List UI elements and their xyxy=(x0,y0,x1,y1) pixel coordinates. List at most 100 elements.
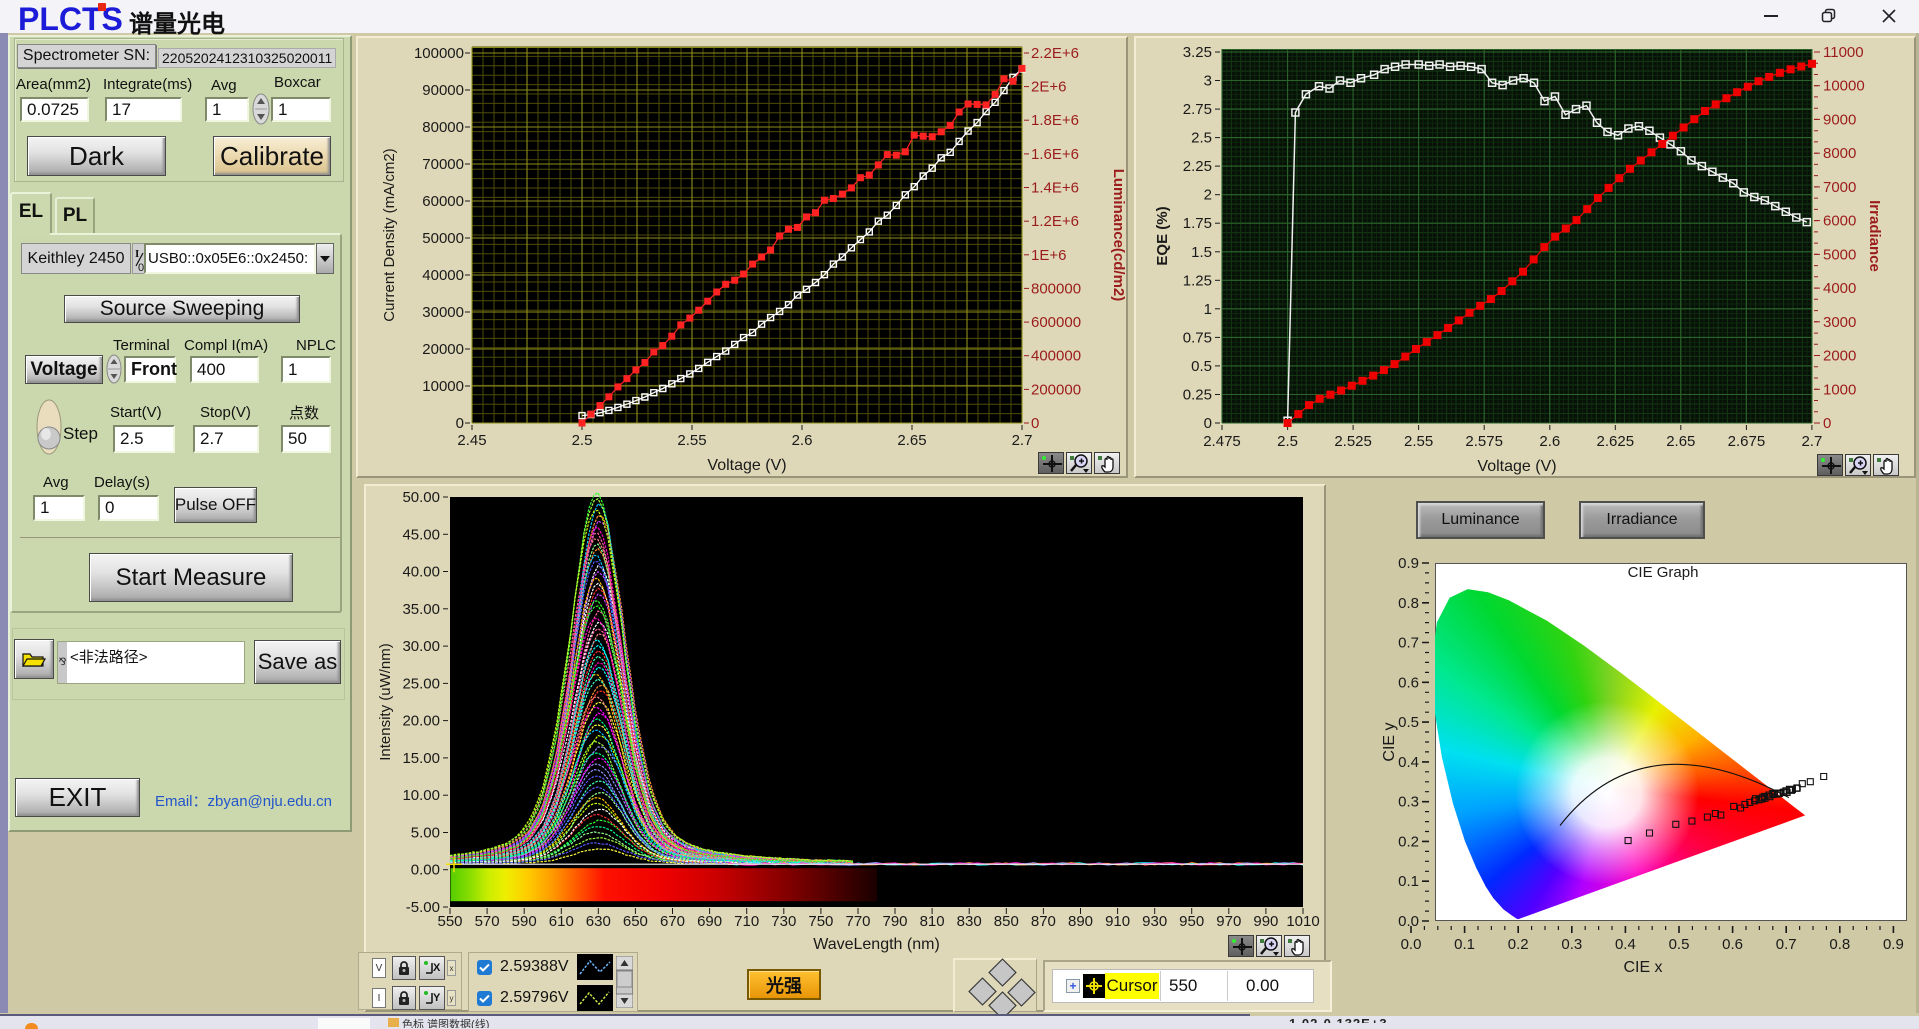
svg-text:870: 870 xyxy=(1031,913,1056,930)
svg-text:40000: 40000 xyxy=(422,267,464,284)
svg-text:Intensity (uW/nm): Intensity (uW/nm) xyxy=(377,643,394,761)
svg-text:5.00: 5.00 xyxy=(411,825,440,842)
svg-text:590: 590 xyxy=(512,913,537,930)
svg-text:0.5: 0.5 xyxy=(1669,936,1690,953)
svg-text:2.7: 2.7 xyxy=(1012,432,1033,449)
svg-text:570: 570 xyxy=(475,913,500,930)
svg-text:690: 690 xyxy=(697,913,722,930)
svg-text:0.7: 0.7 xyxy=(1398,635,1419,652)
svg-text:1.8E+6: 1.8E+6 xyxy=(1031,112,1079,129)
svg-text:90000: 90000 xyxy=(422,82,464,99)
svg-text:2.75: 2.75 xyxy=(1183,101,1212,118)
svg-text:CIE x: CIE x xyxy=(1623,959,1662,976)
svg-text:2.525: 2.525 xyxy=(1334,433,1372,450)
svg-text:710: 710 xyxy=(734,913,759,930)
svg-text:Y: Y xyxy=(433,992,441,1004)
svg-text:5000: 5000 xyxy=(1823,246,1856,263)
svg-text:0.4: 0.4 xyxy=(1398,754,1419,771)
svg-text:0: 0 xyxy=(1823,415,1831,432)
svg-text:2.65: 2.65 xyxy=(897,432,926,449)
svg-text:60000: 60000 xyxy=(422,193,464,210)
svg-text:0: 0 xyxy=(456,415,464,432)
svg-text:0.8: 0.8 xyxy=(1398,595,1419,612)
svg-text:Voltage (V): Voltage (V) xyxy=(707,457,786,474)
svg-text:Current Density (mA/cm2): Current Density (mA/cm2) xyxy=(381,148,398,321)
svg-text:810: 810 xyxy=(920,913,945,930)
svg-text:2.5: 2.5 xyxy=(572,432,593,449)
svg-text:1.2E+6: 1.2E+6 xyxy=(1031,213,1079,230)
svg-text:1000: 1000 xyxy=(1823,381,1856,398)
svg-text:Voltage (V): Voltage (V) xyxy=(1477,458,1556,475)
svg-text:WaveLength (nm): WaveLength (nm) xyxy=(813,936,940,953)
svg-text:50000: 50000 xyxy=(422,230,464,247)
svg-text:400000: 400000 xyxy=(1031,348,1081,365)
svg-text:1.6E+6: 1.6E+6 xyxy=(1031,146,1079,163)
svg-text:0.4: 0.4 xyxy=(1615,936,1636,953)
svg-text:CIE Graph: CIE Graph xyxy=(1628,564,1699,581)
svg-text:2.5: 2.5 xyxy=(1191,130,1212,147)
svg-text:35.00: 35.00 xyxy=(402,601,440,618)
svg-text:2.475: 2.475 xyxy=(1203,433,1241,450)
svg-text:8000: 8000 xyxy=(1823,145,1856,162)
svg-text:3.25: 3.25 xyxy=(1183,44,1212,61)
svg-text:2.6: 2.6 xyxy=(1539,433,1560,450)
svg-text:550: 550 xyxy=(437,913,462,930)
svg-text:650: 650 xyxy=(623,913,648,930)
svg-text:11000: 11000 xyxy=(1823,44,1864,61)
svg-text:0.75: 0.75 xyxy=(1183,329,1212,346)
svg-text:30.00: 30.00 xyxy=(402,638,440,655)
svg-text:0.25: 0.25 xyxy=(1183,387,1212,404)
svg-text:2.6: 2.6 xyxy=(792,432,813,449)
svg-text:2.25: 2.25 xyxy=(1183,158,1212,175)
svg-text:630: 630 xyxy=(586,913,611,930)
svg-text:1: 1 xyxy=(1204,301,1212,318)
svg-text:I: I xyxy=(135,248,139,260)
svg-text:1010: 1010 xyxy=(1286,913,1319,930)
svg-text:40.00: 40.00 xyxy=(402,564,440,581)
svg-text:3000: 3000 xyxy=(1823,314,1856,331)
svg-text:850: 850 xyxy=(994,913,1019,930)
svg-text:0.0: 0.0 xyxy=(1398,913,1419,930)
svg-text:50.00: 50.00 xyxy=(402,489,440,506)
svg-text:80000: 80000 xyxy=(422,119,464,136)
svg-text:0.5: 0.5 xyxy=(1398,714,1419,731)
svg-text:1.75: 1.75 xyxy=(1183,215,1212,232)
svg-text:830: 830 xyxy=(957,913,982,930)
svg-text:2.55: 2.55 xyxy=(677,432,706,449)
svg-text:2.575: 2.575 xyxy=(1465,433,1503,450)
svg-text:0.9: 0.9 xyxy=(1883,936,1904,953)
svg-text:0.9: 0.9 xyxy=(1398,555,1419,572)
svg-text:750: 750 xyxy=(808,913,833,930)
svg-text:45.00: 45.00 xyxy=(402,526,440,543)
svg-text:0.00: 0.00 xyxy=(411,862,440,879)
svg-text:2.65: 2.65 xyxy=(1666,433,1695,450)
svg-text:950: 950 xyxy=(1179,913,1204,930)
svg-text:Luminance(cd/m2): Luminance(cd/m2) xyxy=(1110,169,1127,302)
svg-text:1.4E+6: 1.4E+6 xyxy=(1031,180,1079,197)
svg-text:10.00: 10.00 xyxy=(402,787,440,804)
svg-text:2.7: 2.7 xyxy=(1801,433,1822,450)
svg-text:1.25: 1.25 xyxy=(1183,272,1212,289)
svg-text:CIE y: CIE y xyxy=(1381,722,1398,761)
svg-text:7000: 7000 xyxy=(1823,179,1856,196)
svg-text:2.675: 2.675 xyxy=(1728,433,1766,450)
svg-text:30000: 30000 xyxy=(422,304,464,321)
svg-text:0.2: 0.2 xyxy=(1508,936,1529,953)
svg-text:100000: 100000 xyxy=(414,45,464,62)
svg-text:790: 790 xyxy=(882,913,907,930)
svg-text:600000: 600000 xyxy=(1031,314,1081,331)
svg-text:2.2E+6: 2.2E+6 xyxy=(1031,45,1079,62)
svg-text:2.45: 2.45 xyxy=(457,432,486,449)
svg-text:0.0: 0.0 xyxy=(1401,936,1422,953)
svg-text:0.8: 0.8 xyxy=(1829,936,1850,953)
svg-text:25.00: 25.00 xyxy=(402,675,440,692)
svg-text:970: 970 xyxy=(1216,913,1241,930)
svg-text:0.3: 0.3 xyxy=(1561,936,1582,953)
svg-text:20000: 20000 xyxy=(422,341,464,358)
svg-text:10000: 10000 xyxy=(1823,78,1865,95)
svg-text:930: 930 xyxy=(1142,913,1167,930)
svg-text:910: 910 xyxy=(1105,913,1130,930)
svg-text:2.5: 2.5 xyxy=(1277,433,1298,450)
svg-text:1E+6: 1E+6 xyxy=(1031,247,1066,264)
svg-text:0.1: 0.1 xyxy=(1454,936,1475,953)
